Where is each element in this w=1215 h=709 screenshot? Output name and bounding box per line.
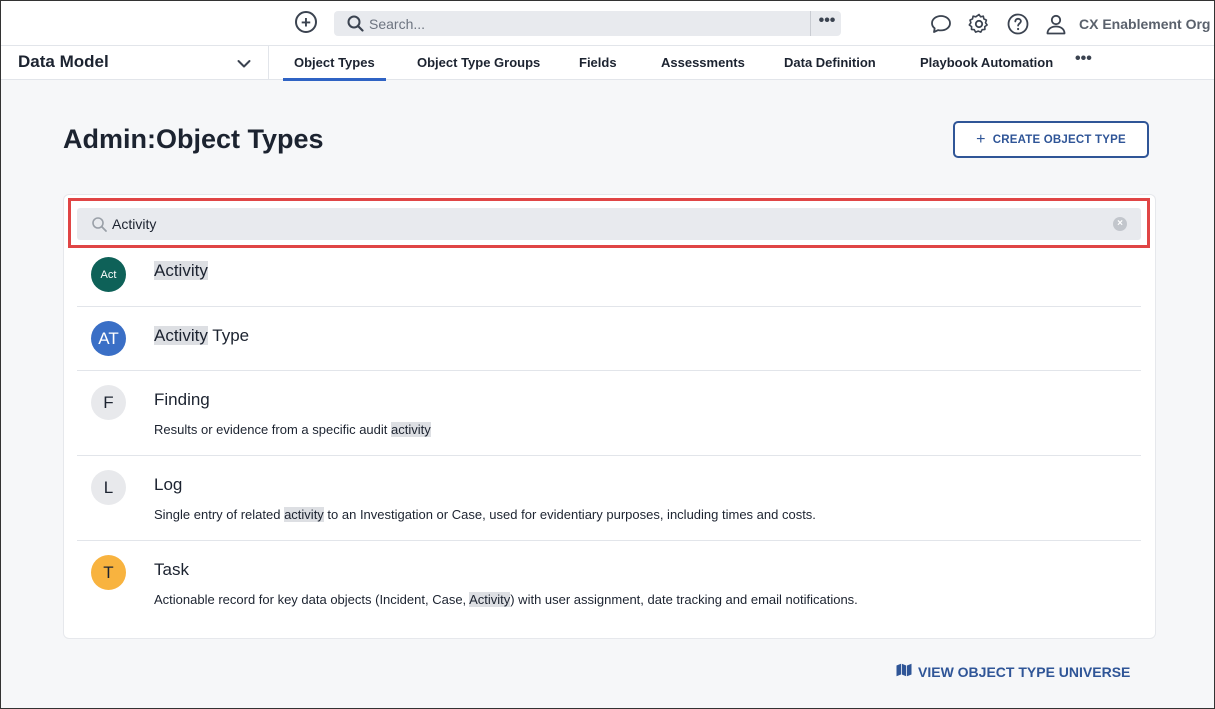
list-item[interactable]: F Finding Results or evidence from a spe… [77,371,1141,456]
avatar: T [91,555,126,590]
item-description-rest: to an Investigation or Case, used for ev… [323,507,816,522]
item-description-match: activity [284,507,324,522]
top-bar: + Search... ••• CX Enablement Org [1,1,1214,46]
search-highlight-frame [68,198,1150,248]
chevron-down-icon [237,56,251,74]
item-name-rest: Type [207,326,250,345]
plus-icon: + [301,12,311,32]
item-description-text: Single entry of related [154,507,285,522]
module-selector-label: Data Model [18,52,109,71]
gear-icon[interactable] [967,12,991,36]
view-object-type-universe-label: VIEW OBJECT TYPE UNIVERSE [918,663,1131,680]
list-item[interactable]: Act Activity [77,248,1141,307]
item-name[interactable]: Activity [154,261,208,281]
item-description-match: Activity [469,592,511,607]
tab-assessments[interactable]: Assessments [661,55,745,70]
add-new-button[interactable]: + [295,11,317,33]
avatar-initials: Act [100,268,117,281]
global-search-bar[interactable]: Search... ••• [334,11,841,36]
nav-bar: Data Model Object Types Object Type Grou… [1,46,1214,81]
page-title: Admin:Object Types [63,124,324,155]
item-description-rest: ) with user assignment, date tracking an… [510,592,858,607]
search-options-button[interactable]: ••• [815,12,839,30]
nav-more-button[interactable]: ••• [1075,50,1092,68]
item-name[interactable]: Activity Type [154,326,249,346]
tab-object-type-groups[interactable]: Object Type Groups [417,55,540,70]
tab-fields[interactable]: Fields [579,55,617,70]
chat-icon[interactable] [929,12,953,36]
tab-playbook-automation[interactable]: Playbook Automation [920,55,1053,70]
map-icon [896,663,912,680]
user-icon[interactable] [1044,12,1068,36]
item-description-text: Actionable record for key data objects (… [154,592,470,607]
plus-icon: + [976,130,986,148]
item-name-match: Activity [154,261,208,280]
view-object-type-universe-link[interactable]: VIEW OBJECT TYPE UNIVERSE [896,663,1130,680]
item-name-text: Log [154,475,183,494]
avatar-initials: T [103,562,114,582]
item-description: Single entry of related activity to an I… [154,507,816,522]
item-name-text: Task [154,560,189,579]
avatar-initials: AT [98,328,119,348]
item-name[interactable]: Log [154,475,182,495]
search-icon [347,15,364,37]
org-name[interactable]: CX Enablement Org [1079,16,1210,32]
avatar: F [91,385,126,420]
create-object-type-label: CREATE OBJECT TYPE [992,133,1126,146]
list-item[interactable]: L Log Single entry of related activity t… [77,456,1141,541]
tab-data-definition[interactable]: Data Definition [784,55,876,70]
tab-object-types[interactable]: Object Types [283,55,386,81]
item-description-text: Results or evidence from a specific audi… [154,422,391,437]
item-description-match: activity [391,422,431,437]
avatar-initials: L [103,477,114,497]
item-name[interactable]: Task [154,560,189,580]
avatar-initials: F [103,392,114,412]
page-title-separator: : [147,124,156,154]
list-item[interactable]: T Task Actionable record for key data ob… [77,541,1141,626]
global-search-placeholder: Search... [369,16,426,32]
help-icon[interactable] [1006,12,1030,36]
item-name-match: Activity [154,326,208,345]
item-description: Actionable record for key data objects (… [154,592,858,607]
avatar: Act [91,257,126,292]
page-title-prefix: Admin [63,124,147,154]
list-item[interactable]: AT Activity Type [77,307,1141,371]
create-object-type-button[interactable]: + CREATE OBJECT TYPE [953,121,1149,158]
item-description: Results or evidence from a specific audi… [154,422,431,437]
module-selector[interactable]: Data Model [1,46,269,80]
page-title-text: Object Types [156,124,324,154]
item-name-text: Finding [154,390,210,409]
search-divider [810,11,811,36]
avatar: L [91,470,126,505]
item-name[interactable]: Finding [154,390,210,410]
avatar: AT [91,321,126,356]
